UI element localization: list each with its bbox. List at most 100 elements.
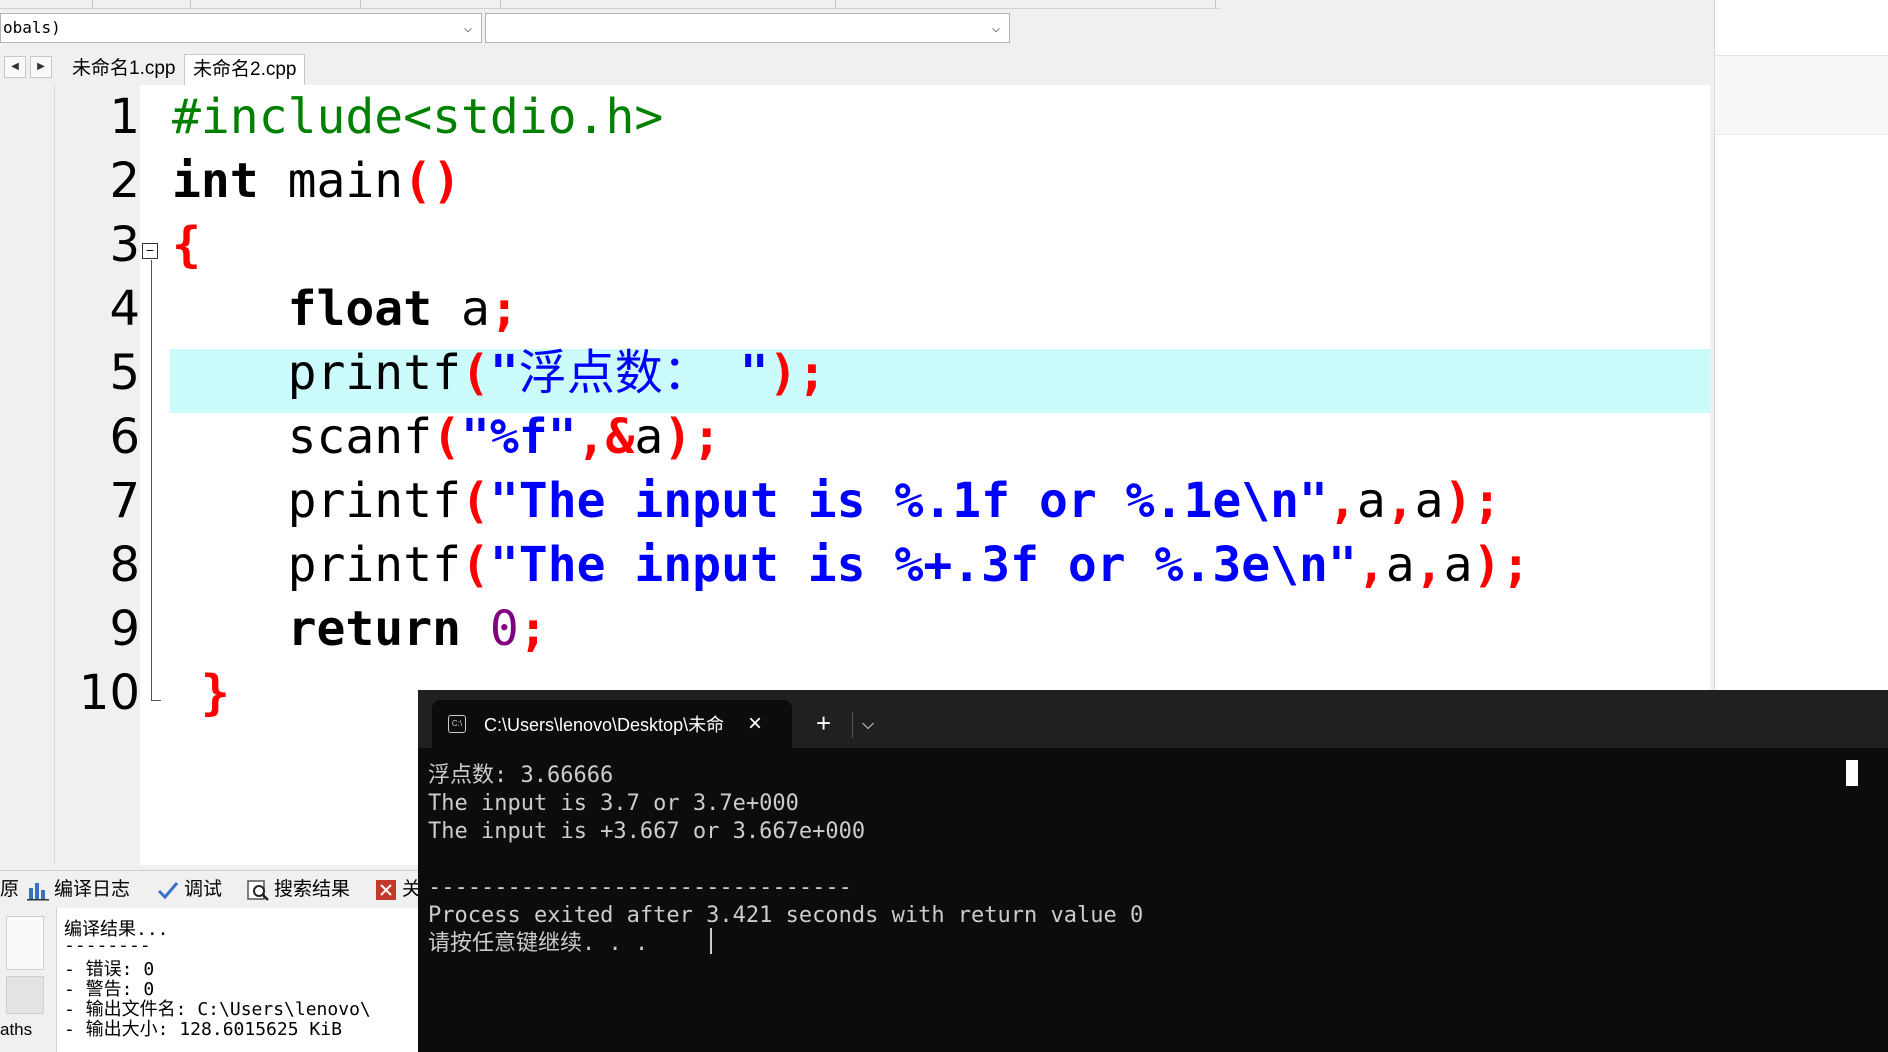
tab-compile-log-label: 编译日志 <box>54 879 131 900</box>
scope-combo[interactable]: obals) ⌵ <box>0 13 482 43</box>
bottom-panel-tabs: 原 编译日志 调试 搜索结果 关 <box>0 870 421 909</box>
line-number-gutter: 1 2 3 4 5 6 7 8 9 10 <box>55 85 140 865</box>
code-token: , <box>1327 473 1357 529</box>
line-number: 10 <box>78 665 140 721</box>
compile-log-line: -------- <box>64 935 151 956</box>
terminal-tab-title: C:\Users\lenovo\Desktop\未命 <box>484 715 725 735</box>
code-line: int main() <box>172 149 461 213</box>
line-number: 2 <box>109 153 140 209</box>
code-token: ); <box>663 409 722 465</box>
terminal-output-line: 浮点数: 3.66666 <box>428 763 614 788</box>
tab-debug-label: 调试 <box>184 879 223 900</box>
code-token: ; <box>489 281 519 337</box>
code-token: printf <box>172 473 461 529</box>
code-token: ,& <box>576 409 635 465</box>
compile-log-side: aths <box>0 908 57 1052</box>
code-token: , <box>1414 537 1444 593</box>
line-number: 1 <box>109 89 140 145</box>
line-number: 8 <box>109 537 140 593</box>
code-token: int <box>172 153 259 209</box>
code-token: a <box>1385 537 1415 593</box>
code-token: " <box>489 345 519 401</box>
tab-file-2[interactable]: 未命名2.cpp <box>184 54 306 85</box>
tab-scroll-right-button[interactable]: ▶ <box>30 56 52 78</box>
code-token: "The input is %+.3f or %.3e\n" <box>489 537 1357 593</box>
code-token: "%f" <box>461 409 577 465</box>
code-token: 0 <box>489 601 519 657</box>
tab-compile-log[interactable]: 编译日志 <box>26 871 130 909</box>
class-browser-combos: obals) ⌵ ⌵ <box>0 10 1010 46</box>
tab-search-results-label: 搜索结果 <box>274 879 351 900</box>
code-token: { <box>172 217 201 273</box>
chevron-down-icon[interactable]: ⌵ <box>862 709 874 741</box>
code-token: ); <box>1443 473 1502 529</box>
code-token: ); <box>768 345 827 401</box>
code-token: , <box>1385 473 1415 529</box>
terminal-text-caret <box>710 928 712 954</box>
code-token: a <box>634 409 664 465</box>
code-line: return 0; <box>172 597 548 661</box>
terminal-output-line: -------------------------------- <box>428 875 852 900</box>
side-label: aths <box>0 1020 33 1039</box>
side-button[interactable] <box>6 916 44 970</box>
code-line: scanf("%f",&a); <box>172 405 722 469</box>
tab-resources[interactable]: 原 <box>0 871 19 909</box>
terminal-output-line: The input is 3.7 or 3.7e+000 <box>428 791 799 816</box>
code-token: ); <box>1472 537 1531 593</box>
tab-file-1[interactable]: 未命名1.cpp <box>64 54 183 84</box>
code-line: float a; <box>172 277 519 341</box>
code-line: #include<stdio.h> <box>172 85 663 149</box>
terminal-output-line: The input is +3.667 or 3.667e+000 <box>428 819 866 844</box>
line-number: 4 <box>109 281 140 337</box>
code-token: a <box>432 281 490 337</box>
code-line: { <box>172 213 201 277</box>
code-token: ( <box>460 473 490 529</box>
close-icon[interactable]: × <box>748 708 762 740</box>
line-number: 7 <box>109 473 140 529</box>
top-toolbar-strip <box>0 0 1220 9</box>
code-token: " <box>710 345 769 401</box>
code-line: printf("The input is %.1f or %.1e\n",a,a… <box>172 469 1502 533</box>
code-token: a <box>1414 473 1444 529</box>
fold-end-mark <box>151 700 161 701</box>
tab-search-results[interactable]: 搜索结果 <box>246 871 350 909</box>
right-panel-band <box>1715 56 1888 135</box>
symbol-combo[interactable]: ⌵ <box>485 13 1010 43</box>
code-token: ( <box>432 409 461 465</box>
code-token: ( <box>460 345 490 401</box>
side-button[interactable] <box>6 976 44 1014</box>
project-pane <box>0 85 55 865</box>
search-icon <box>246 878 270 902</box>
bar-chart-icon <box>26 878 50 902</box>
terminal-output-line: Process exited after 3.421 seconds with … <box>428 903 1144 928</box>
checkmark-icon <box>156 878 180 902</box>
code-token: "The input is %.1f or %.1e\n" <box>489 473 1328 529</box>
code-line: printf("浮点数： "); <box>172 341 827 405</box>
code-token: , <box>1356 537 1386 593</box>
terminal-app-icon: C:\ <box>448 715 466 733</box>
terminal-output-line: 请按任意键继续. . . <box>428 931 649 956</box>
code-token: return <box>287 601 461 657</box>
code-token: a <box>1443 537 1473 593</box>
code-token: scanf <box>172 409 433 465</box>
code-token: printf <box>172 537 461 593</box>
tab-close[interactable]: 关 <box>374 871 421 909</box>
code-token: printf <box>172 345 461 401</box>
code-line: printf("The input is %+.3f or %.3e\n",a,… <box>172 533 1531 597</box>
compile-log-line: - 输出大小: 128.6015625 KiB <box>64 1019 342 1040</box>
editor-tab-bar: ◀ ▶ 未命名1.cpp 未命名2.cpp <box>0 52 1714 85</box>
line-number: 5 <box>109 345 140 401</box>
tab-debug[interactable]: 调试 <box>156 871 222 909</box>
tab-scroll-left-button[interactable]: ◀ <box>4 56 26 78</box>
new-tab-plus-icon[interactable]: + <box>816 707 831 739</box>
code-token: #include<stdio.h> <box>172 89 664 145</box>
scope-combo-value: obals) <box>3 18 61 37</box>
fold-collapse-icon[interactable]: − <box>142 243 158 259</box>
code-token: () <box>403 153 461 209</box>
divider <box>852 712 853 738</box>
code-token: main <box>258 153 404 209</box>
